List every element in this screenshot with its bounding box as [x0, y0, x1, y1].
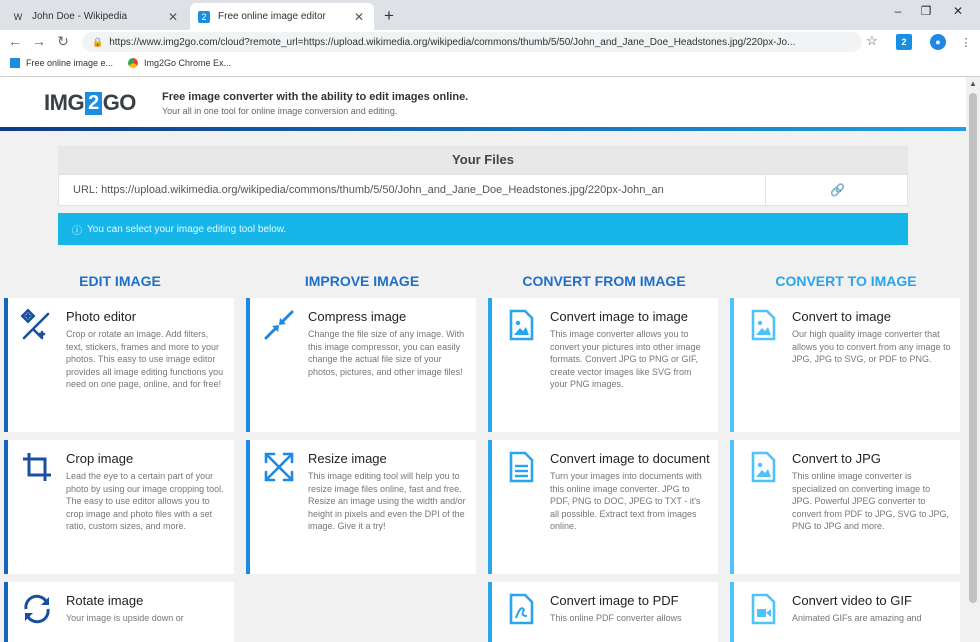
img2go-logo[interactable]: IMG 2 GO [44, 89, 136, 117]
tab-strip: W John Doe - Wikipedia ✕ 2 Free online i… [0, 0, 980, 30]
site-tagline: Free image converter with the ability to… [162, 91, 469, 103]
tool-card-rotate-image[interactable]: Rotate image Your image is upside down o… [4, 582, 234, 642]
tool-card-convert-image-to-image[interactable]: Convert image to image This image conver… [488, 298, 718, 432]
pdf-icon [504, 592, 538, 626]
tool-card-compress-image[interactable]: Compress image Change the file size of a… [246, 298, 476, 432]
tool-title: Photo editor [66, 309, 137, 324]
logo-part: 2 [85, 91, 102, 115]
column-heading-improve-image: IMPROVE IMAGE [304, 273, 420, 289]
tab-title: Free online image editor [218, 11, 326, 22]
close-window-button[interactable]: ✕ [948, 4, 968, 18]
tool-title: Convert video to GIF [792, 593, 912, 608]
close-icon[interactable]: ✕ [352, 10, 366, 24]
profile-avatar-icon[interactable]: ● [930, 34, 946, 50]
back-arrow-icon[interactable]: ← [6, 33, 24, 49]
image-file-icon [504, 308, 538, 342]
magic-wand-icon [20, 308, 54, 342]
address-bar[interactable]: 🔒 https://www.img2go.com/cloud?remote_ur… [82, 32, 862, 52]
file-row: URL: https://upload.wikimedia.org/wikipe… [58, 174, 908, 206]
tool-card-convert-to-jpg[interactable]: Convert to JPG This online image convert… [730, 440, 960, 574]
tool-description: Your image is upside down or [66, 613, 184, 623]
chrome-webstore-icon [128, 58, 138, 68]
tool-title: Convert to image [792, 309, 891, 324]
tool-description: Change the file size of any image. With … [308, 329, 465, 377]
bookmark-star-icon[interactable]: ☆ [864, 33, 880, 49]
tool-title: Convert image to image [550, 309, 689, 324]
tool-description: Animated GIFs are amazing and [792, 613, 922, 623]
crop-icon [20, 450, 54, 484]
logo-part: GO [102, 90, 137, 115]
column-heading-edit-image: EDIT IMAGE [79, 273, 161, 289]
maximize-button[interactable]: ❐ [916, 4, 936, 18]
column-heading-convert-to-image: CONVERT TO IMAGE [775, 273, 917, 289]
tool-title: Rotate image [66, 593, 144, 608]
tool-description: This image converter allows you to conve… [550, 329, 701, 389]
tool-card-convert-image-to-document[interactable]: Convert image to document Turn your imag… [488, 440, 718, 574]
document-icon [504, 450, 538, 484]
bookmark-item[interactable]: Free online image e... [10, 58, 113, 68]
forward-arrow-icon[interactable]: → [30, 33, 48, 49]
tool-title: Resize image [308, 451, 387, 466]
resize-icon [262, 450, 296, 484]
wikipedia-favicon-icon: W [13, 11, 23, 22]
video-file-icon [746, 592, 780, 626]
info-text: You can select your image editing tool b… [87, 223, 287, 235]
tool-card-resize-image[interactable]: Resize image This image editing tool wil… [246, 440, 476, 574]
new-tab-button[interactable]: + [380, 6, 398, 26]
tool-card-convert-video-to-gif[interactable]: Convert video to GIF Animated GIFs are a… [730, 582, 960, 642]
your-files-heading: Your Files [58, 146, 908, 174]
tab-wikipedia[interactable]: W John Doe - Wikipedia ✕ [4, 3, 188, 30]
tool-title: Convert to JPG [792, 451, 881, 466]
tool-description: This online PDF converter allows [550, 613, 682, 623]
tool-card-crop-image[interactable]: Crop image Lead the eye to a certain par… [4, 440, 234, 574]
browser-toolbar: ← → ↻ 🔒 https://www.img2go.com/cloud?rem… [0, 30, 980, 54]
bookmark-item[interactable]: Img2Go Chrome Ex... [128, 58, 231, 68]
menu-dots-icon[interactable]: ⋮ [958, 34, 974, 50]
tool-title: Convert image to PDF [550, 593, 679, 608]
image-file-icon [746, 450, 780, 484]
tool-description: Our high quality image converter that al… [792, 329, 951, 364]
tool-description: Turn your images into documents with thi… [550, 471, 702, 531]
scrollbar-thumb[interactable] [969, 93, 977, 603]
img2go-bookmark-icon [10, 58, 20, 68]
tab-title: John Doe - Wikipedia [32, 11, 128, 22]
bookmark-label: Img2Go Chrome Ex... [144, 58, 232, 68]
bookmarks-bar: Free online image e... Img2Go Chrome Ex.… [0, 54, 980, 77]
tool-title: Compress image [308, 309, 407, 324]
link-icon[interactable]: 🔗 [765, 175, 909, 205]
bookmark-label: Free online image e... [26, 58, 114, 68]
tab-image-editor[interactable]: 2 Free online image editor ✕ [190, 3, 374, 30]
file-url: URL: https://upload.wikimedia.org/wikipe… [73, 184, 664, 196]
tool-title: Convert image to document [550, 451, 710, 466]
tool-description: Crop or rotate an image. Add filters, te… [66, 329, 224, 389]
scroll-up-icon[interactable]: ▲ [966, 77, 980, 91]
site-subtagline: Your all in one tool for online image co… [162, 106, 398, 116]
tool-title: Crop image [66, 451, 134, 466]
rotate-icon [20, 592, 54, 626]
info-icon: ⓘ [72, 225, 82, 237]
site-header: IMG 2 GO Free image converter with the abi… [0, 77, 966, 127]
tool-description: Lead the eye to a certain part of your p… [66, 471, 224, 531]
address-url: https://www.img2go.com/cloud?remote_url=… [109, 36, 796, 48]
img2go-extension-icon[interactable]: 2 [896, 34, 912, 50]
image-file-icon [746, 308, 780, 342]
tool-card-convert-image-to-pdf[interactable]: Convert image to PDF This online PDF con… [488, 582, 718, 642]
minimize-button[interactable]: – [888, 4, 908, 18]
tool-description: This image editing tool will help you to… [308, 471, 466, 531]
page-scrollbar[interactable]: ▲ [966, 77, 980, 619]
info-banner: ⓘ You can select your image editing tool… [58, 213, 908, 245]
lock-icon: 🔒 [92, 36, 104, 47]
reload-icon[interactable]: ↻ [54, 33, 72, 50]
tool-description: This online image converter is specializ… [792, 471, 950, 531]
compress-icon [262, 308, 296, 342]
tool-card-convert-to-image[interactable]: Convert to image Our high quality image … [730, 298, 960, 432]
column-heading-convert-from-image: CONVERT FROM IMAGE [522, 273, 686, 289]
close-icon[interactable]: ✕ [166, 10, 180, 24]
header-accent-bar [0, 127, 966, 131]
tool-card-photo-editor[interactable]: Photo editor Crop or rotate an image. Ad… [4, 298, 234, 432]
img2go-favicon-icon: 2 [198, 10, 210, 23]
logo-part: IMG [44, 90, 85, 115]
